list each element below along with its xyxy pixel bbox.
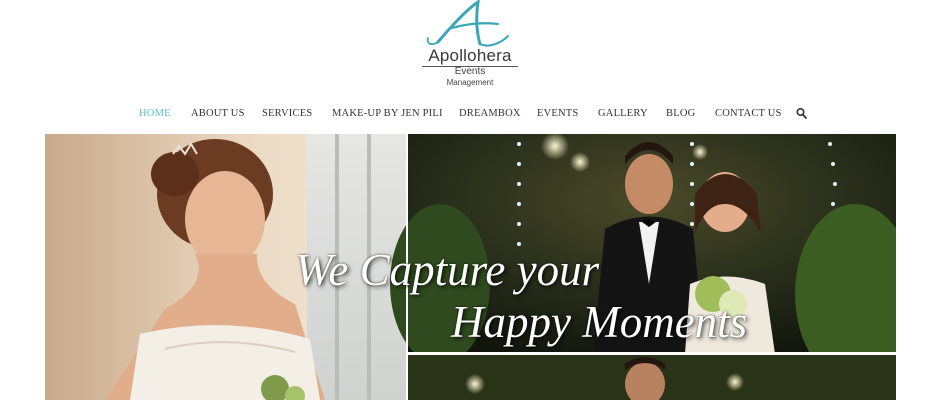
hero-slider[interactable]: We Capture your Happy Moments <box>45 134 896 400</box>
logo-subtitle-events: Events <box>454 66 486 77</box>
main-nav: HOME ABOUT US SERVICES MAKE-UP BY JEN PI… <box>0 104 940 124</box>
nav-item-events[interactable]: EVENTS <box>537 104 578 124</box>
search-icon[interactable] <box>796 107 808 121</box>
nav-item-blog[interactable]: BLOG <box>666 104 695 124</box>
hero-tagline-line1: We Capture your <box>295 245 600 295</box>
nav-item-about-us[interactable]: ABOUT US <box>191 104 245 124</box>
nav-item-gallery[interactable]: GALLERY <box>598 104 648 124</box>
logo-name: Apollohera <box>428 46 512 65</box>
site-logo[interactable]: Apollohera Events Management <box>0 0 940 95</box>
logo-monogram-icon <box>426 0 509 47</box>
hero-tagline-line2: Happy Moments <box>451 297 748 347</box>
nav-item-services[interactable]: SERVICES <box>262 104 312 124</box>
nav-item-contact-us[interactable]: CONTACT US <box>715 104 782 124</box>
nav-item-make-up[interactable]: MAKE-UP BY JEN PILI <box>332 104 443 124</box>
logo-subtitle-management: Management <box>446 78 494 87</box>
nav-item-dreambox[interactable]: DREAMBOX <box>459 104 521 124</box>
nav-item-home[interactable]: HOME <box>139 104 171 124</box>
